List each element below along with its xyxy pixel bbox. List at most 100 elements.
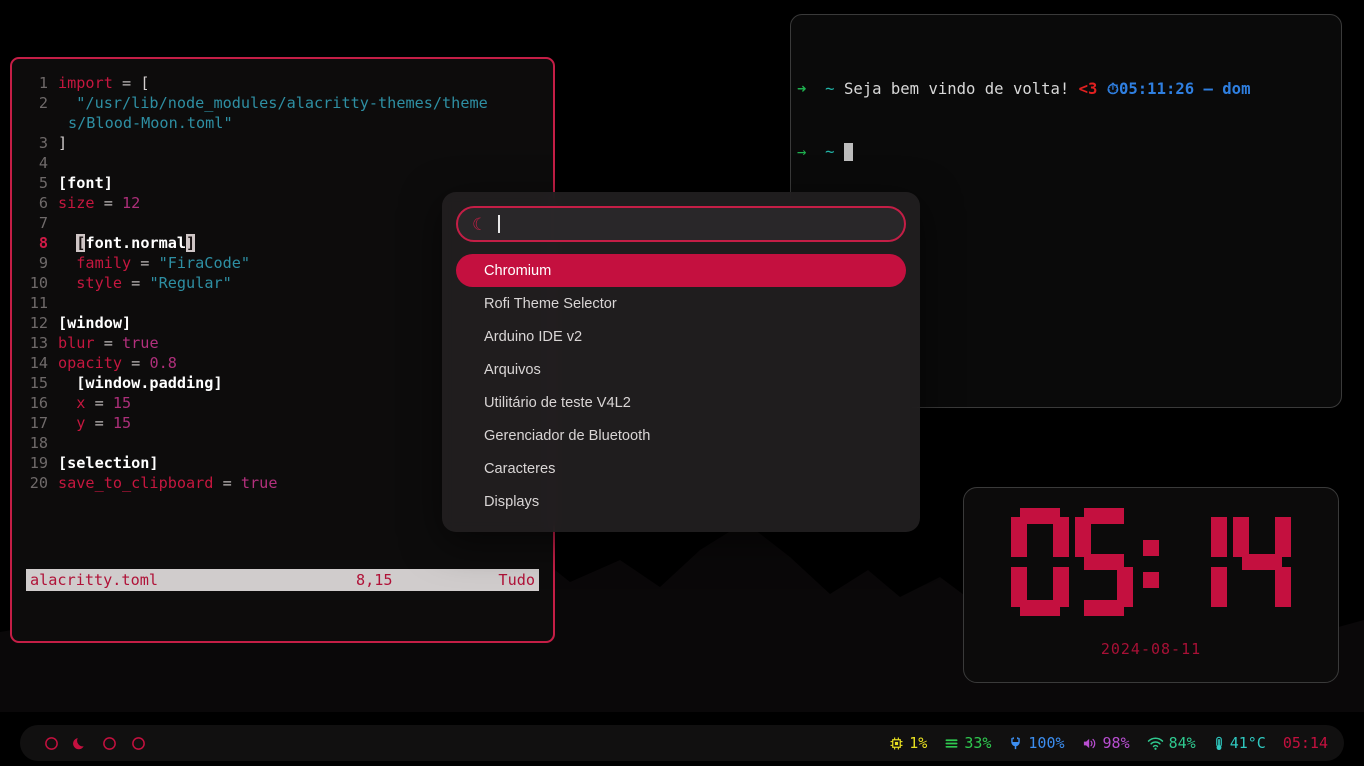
clock-digit [1075,508,1133,616]
rofi-list-item[interactable]: Gerenciador de Bluetooth [456,419,906,452]
line-number: 3 [38,134,48,152]
clock-digit [1011,508,1069,616]
token-operator: = [94,334,123,352]
rofi-list-item[interactable]: Displays [456,485,906,518]
line-number: 9 [38,254,48,272]
workspace-4-circle-icon[interactable] [131,736,146,751]
clock-digits [964,508,1338,616]
token-table-header: font.normal [85,234,187,252]
line-content: [font] [58,174,113,192]
memory-value: 33% [964,734,992,752]
token-key: save_to_clipboard [58,474,214,492]
rofi-list-item[interactable]: Utilitário de teste V4L2 [456,386,906,419]
rofi-item-label: Arduino IDE v2 [484,328,583,345]
rofi-list-item[interactable]: Arquivos [456,353,906,386]
line-content: import = [ [58,73,553,93]
rofi-item-label: Utilitário de teste V4L2 [484,394,631,411]
temperature-module[interactable]: 41°C [1213,734,1266,752]
token-operator: = [85,414,113,432]
line-number: 10 [29,274,48,292]
terminal-time: 05:11:26 [1119,80,1195,98]
terminal-line-greeting: ➜ ~ Seja bem vindo de volta! <3 ⏱05:11:2… [797,79,1341,100]
rofi-item-label: Rofi Theme Selector [484,295,617,312]
code-line: 1 import = [ [12,73,553,93]
volume-module[interactable]: 98% [1082,734,1130,752]
rofi-search-input[interactable]: ☾ [456,206,906,242]
line-number-current: 8 [38,234,48,252]
token-key: family [58,254,132,272]
prompt-path: ~ [825,80,835,98]
rofi-launcher[interactable]: ☾ Chromium Rofi Theme Selector Arduino I… [442,192,920,532]
rofi-item-label: Displays [484,493,540,510]
token-operator: = [94,194,123,212]
rofi-item-label: Arquivos [484,361,541,378]
rofi-list-item[interactable]: Chromium [456,254,906,287]
volume-value: 98% [1102,734,1130,752]
clock-icon: ⏱ [1106,80,1120,98]
line-number: 11 [29,294,48,312]
plug-icon [1008,736,1023,751]
code-line: 4 [12,153,553,173]
line-number: 14 [29,354,48,372]
rofi-list-item[interactable]: Caracteres [456,452,906,485]
heart-emoticon: <3 [1078,80,1098,98]
line-number: 13 [29,334,48,352]
token-operator: = [122,274,150,292]
memory-bars-icon [944,736,959,751]
token-number: 15 [112,414,132,432]
text-cursor: ] [186,234,196,252]
token-operator: = [131,254,159,272]
rofi-item-label: Chromium [484,262,552,279]
line-number: 12 [29,314,48,332]
cpu-module[interactable]: 1% [889,734,927,752]
statusbar-clock-value: 05:14 [1282,734,1328,752]
workspace-2-moon-icon[interactable] [73,736,88,751]
statusbar-clock-module[interactable]: 05:14 [1283,734,1328,752]
workspace-1-circle-icon[interactable] [44,736,59,751]
cpu-chip-icon [889,736,904,751]
cpu-value: 1% [909,734,928,752]
line-content: "/usr/lib/node_modules/alacritty-themes/… [58,94,488,112]
line-number: 2 [38,94,48,112]
code-line: 5 [font] [12,173,553,193]
token-key: import [58,74,113,92]
workspace-3-circle-icon[interactable] [102,736,117,751]
token-operator: = [122,354,150,372]
terminal-weekday: dom [1222,80,1251,98]
battery-module[interactable]: 100% [1008,734,1065,752]
temperature-value: 41°C [1229,734,1266,752]
prompt-arrow-icon: → [797,143,807,161]
text-cursor [498,215,501,233]
token-key: style [58,274,123,292]
status-cursor-position: 8,15 [356,571,393,589]
status-scroll-percent: Tudo [498,571,535,589]
network-module[interactable]: 84% [1147,734,1196,752]
rofi-item-label: Gerenciador de Bluetooth [484,427,651,444]
rofi-list-item[interactable]: Arduino IDE v2 [456,320,906,353]
token-string: "Regular" [149,274,232,292]
rofi-item-label: Caracteres [484,460,556,477]
rofi-result-list[interactable]: Chromium Rofi Theme Selector Arduino IDE… [456,254,906,522]
line-number: 18 [29,434,48,452]
line-number: 15 [29,374,48,392]
line-number: 5 [38,174,48,192]
network-value: 84% [1168,734,1196,752]
status-bar: 1% 33% 100% 98% 84% 41°C 05:14 [20,725,1344,761]
moon-icon: ☾ [472,214,488,234]
code-line: 3 ] [12,133,553,153]
prompt-path: ~ [825,143,835,161]
line-number: 20 [29,474,48,492]
code-line-wrapped: s/Blood-Moon.toml" [68,114,233,132]
token-number: 0.8 [149,354,177,372]
token-key: y [58,414,86,432]
rofi-list-item[interactable]: Rofi Theme Selector [456,287,906,320]
memory-module[interactable]: 33% [944,734,991,752]
token-operator: = [213,474,241,492]
token-operator: = [85,394,113,412]
terminal-line-prompt[interactable]: → ~ [797,142,1341,163]
prompt-arrow-icon: ➜ [797,80,807,98]
token-operator: = [112,74,141,92]
token-boolean: true [122,334,159,352]
workspace-indicators[interactable] [36,736,146,751]
token-key: opacity [58,354,123,372]
